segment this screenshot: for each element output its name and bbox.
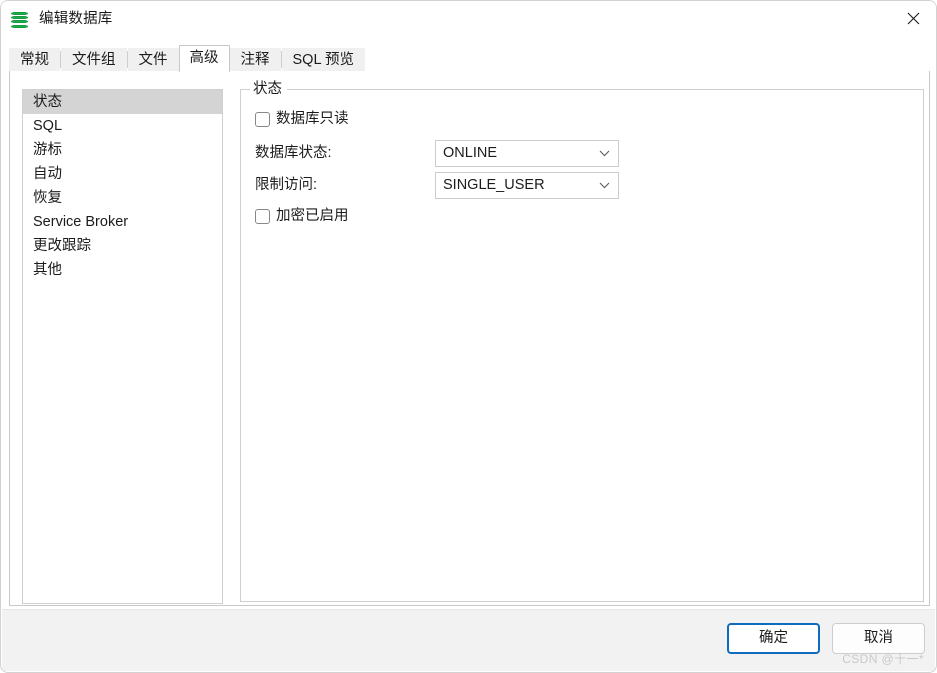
- window-title: 编辑数据库: [39, 11, 113, 28]
- encryption-enabled-row[interactable]: 加密已启用: [255, 205, 923, 227]
- sidebar-item-4[interactable]: 恢复: [23, 186, 222, 210]
- tab-strip: 常规 文件组 文件 高级 注释 SQL 预览: [1, 45, 936, 73]
- sidebar-item-1[interactable]: SQL: [23, 114, 222, 138]
- chevron-down-icon: [598, 180, 610, 192]
- settings-category-list[interactable]: 状态 SQL 游标 自动 恢复 Service Broker 更改跟踪 其他: [22, 89, 223, 604]
- close-icon[interactable]: [890, 1, 936, 35]
- tab-4[interactable]: 注释: [229, 48, 281, 72]
- sidebar-item-6[interactable]: 更改跟踪: [23, 234, 222, 258]
- edit-database-dialog: 编辑数据库 常规 文件组 文件 高级 注释 SQL 预览 状态 SQL 游标 自动 恢复 Servi…: [0, 0, 937, 673]
- sidebar-item-7[interactable]: 其他: [23, 258, 222, 282]
- dialog-footer: 确定 取消 CSDN @十一*: [2, 609, 935, 671]
- database-readonly-row[interactable]: 数据库只读: [255, 108, 923, 130]
- tab-2[interactable]: 文件: [127, 48, 179, 72]
- sidebar-item-0[interactable]: 状态: [23, 90, 222, 114]
- database-icon: [10, 10, 30, 30]
- encryption-enabled-label: 加密已启用: [276, 207, 349, 224]
- tab-3[interactable]: 高级: [178, 45, 230, 73]
- database-state-label: 数据库状态:: [255, 145, 332, 161]
- restrict-access-select[interactable]: SINGLE_USER: [435, 172, 619, 199]
- detail-pane: 状态 数据库只读 数据库状态: ONLINE 限制访问: SINGLE_USER…: [232, 71, 929, 605]
- status-group-box: 状态 数据库只读 数据库状态: ONLINE 限制访问: SINGLE_USER…: [240, 80, 924, 602]
- database-state-select[interactable]: ONLINE: [435, 140, 619, 167]
- cancel-button[interactable]: 取消: [832, 623, 925, 654]
- encryption-enabled-checkbox[interactable]: [255, 208, 270, 224]
- sidebar-item-3[interactable]: 自动: [23, 162, 222, 186]
- tab-1[interactable]: 文件组: [61, 48, 127, 72]
- database-readonly-checkbox[interactable]: [255, 111, 270, 127]
- database-state-value: ONLINE: [443, 145, 497, 161]
- database-state-row: 数据库状态: ONLINE: [255, 140, 923, 167]
- title-bar: 编辑数据库: [1, 1, 936, 38]
- sidebar-item-2[interactable]: 游标: [23, 138, 222, 162]
- tab-0[interactable]: 常规: [9, 48, 60, 72]
- sidebar-item-5[interactable]: Service Broker: [23, 210, 222, 234]
- ok-button[interactable]: 确定: [727, 623, 820, 654]
- tab-page-advanced: 状态 SQL 游标 自动 恢复 Service Broker 更改跟踪 其他 状态 数据库只读…: [9, 71, 930, 606]
- database-readonly-label: 数据库只读: [276, 110, 349, 127]
- restrict-access-label: 限制访问:: [255, 177, 318, 193]
- restrict-access-value: SINGLE_USER: [443, 177, 545, 193]
- tab-5[interactable]: SQL 预览: [281, 48, 366, 72]
- restrict-access-row: 限制访问: SINGLE_USER: [255, 172, 923, 199]
- chevron-down-icon: [598, 148, 610, 160]
